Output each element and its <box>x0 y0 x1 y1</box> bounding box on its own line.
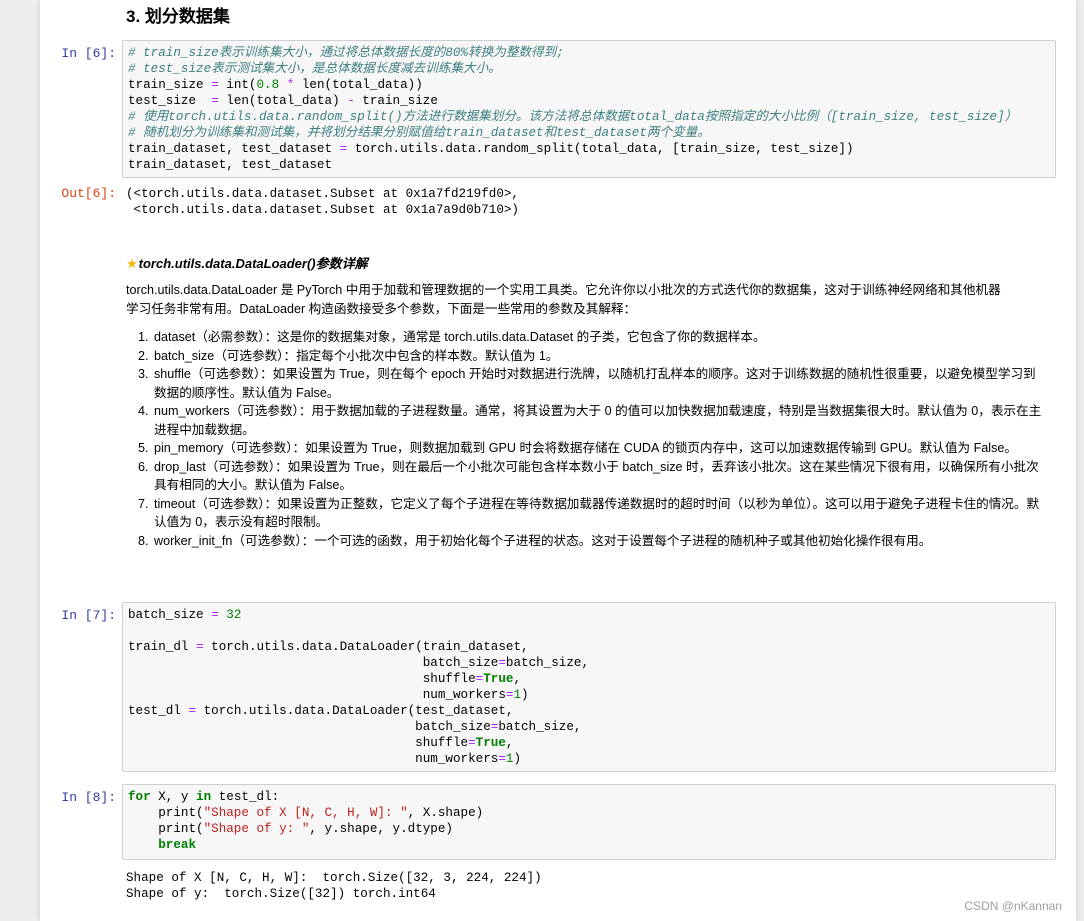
code-editor[interactable]: # train_size表示训练集大小，通过将总体数据长度的80%转换为整数得到… <box>122 40 1056 178</box>
input-prompt: In [8]: <box>61 790 116 805</box>
list-item: drop_last（可选参数）：如果设置为 True，则在最后一个小批次可能包含… <box>152 458 1046 495</box>
output-text: Shape of X [N, C, H, W]: torch.Size([32,… <box>126 871 542 901</box>
section-heading: 3. 划分数据集 <box>126 7 230 26</box>
code-text[interactable]: batch_size = 32 train_dl = torch.utils.d… <box>123 603 1055 771</box>
code-text[interactable]: # train_size表示训练集大小，通过将总体数据长度的80%转换为整数得到… <box>123 41 1055 177</box>
code-editor[interactable]: batch_size = 32 train_dl = torch.utils.d… <box>122 602 1056 772</box>
watermark: CSDN @nKannan <box>964 899 1062 913</box>
input-prompt: In [7]: <box>61 608 116 623</box>
list-item: shuffle（可选参数）：如果设置为 True，则在每个 epoch 开始时对… <box>152 365 1046 402</box>
list-item: worker_init_fn（可选参数）：一个可选的函数，用于初始化每个子进程的… <box>152 532 1046 551</box>
star-icon: ★ <box>126 256 138 271</box>
list-item: num_workers（可选参数）：用于数据加载的子进程数量。通常，将其设置为大… <box>152 402 1046 439</box>
output-prompt: Out[6]: <box>61 186 116 201</box>
list-item: dataset（必需参数）：这是你的数据集对象，通常是 torch.utils.… <box>152 328 1046 347</box>
list-item: timeout（可选参数）：如果设置为正整数，它定义了每个子进程在等待数据加载器… <box>152 495 1046 532</box>
parameter-list: dataset（必需参数）：这是你的数据集对象，通常是 torch.utils.… <box>126 328 1046 550</box>
notebook-page: 3. 划分数据集 In [6]: # train_size表示训练集大小，通过将… <box>40 0 1076 921</box>
output-text: (<torch.utils.data.dataset.Subset at 0x1… <box>126 187 519 217</box>
code-text[interactable]: for X, y in test_dl: print("Shape of X [… <box>123 785 1055 857</box>
input-prompt: In [6]: <box>61 46 116 61</box>
intro-line-1: torch.utils.data.DataLoader 是 PyTorch 中用… <box>126 283 1001 297</box>
list-item: pin_memory（可选参数）：如果设置为 True，则数据加载到 GPU 时… <box>152 439 1046 458</box>
code-editor[interactable]: for X, y in test_dl: print("Shape of X [… <box>122 784 1056 860</box>
list-item: batch_size（可选参数）：指定每个小批次中包含的样本数。默认值为 1。 <box>152 347 1046 366</box>
markdown-title-text: torch.utils.data.DataLoader()参数详解 <box>138 256 368 271</box>
markdown-cell: ★torch.utils.data.DataLoader()参数详解 torch… <box>126 253 1046 550</box>
markdown-title: ★torch.utils.data.DataLoader()参数详解 <box>126 253 1046 272</box>
intro-line-2: 学习任务非常有用。DataLoader 构造函数接受多个参数，下面是一些常用的参… <box>126 302 637 316</box>
intro-paragraph: torch.utils.data.DataLoader 是 PyTorch 中用… <box>126 281 1046 319</box>
